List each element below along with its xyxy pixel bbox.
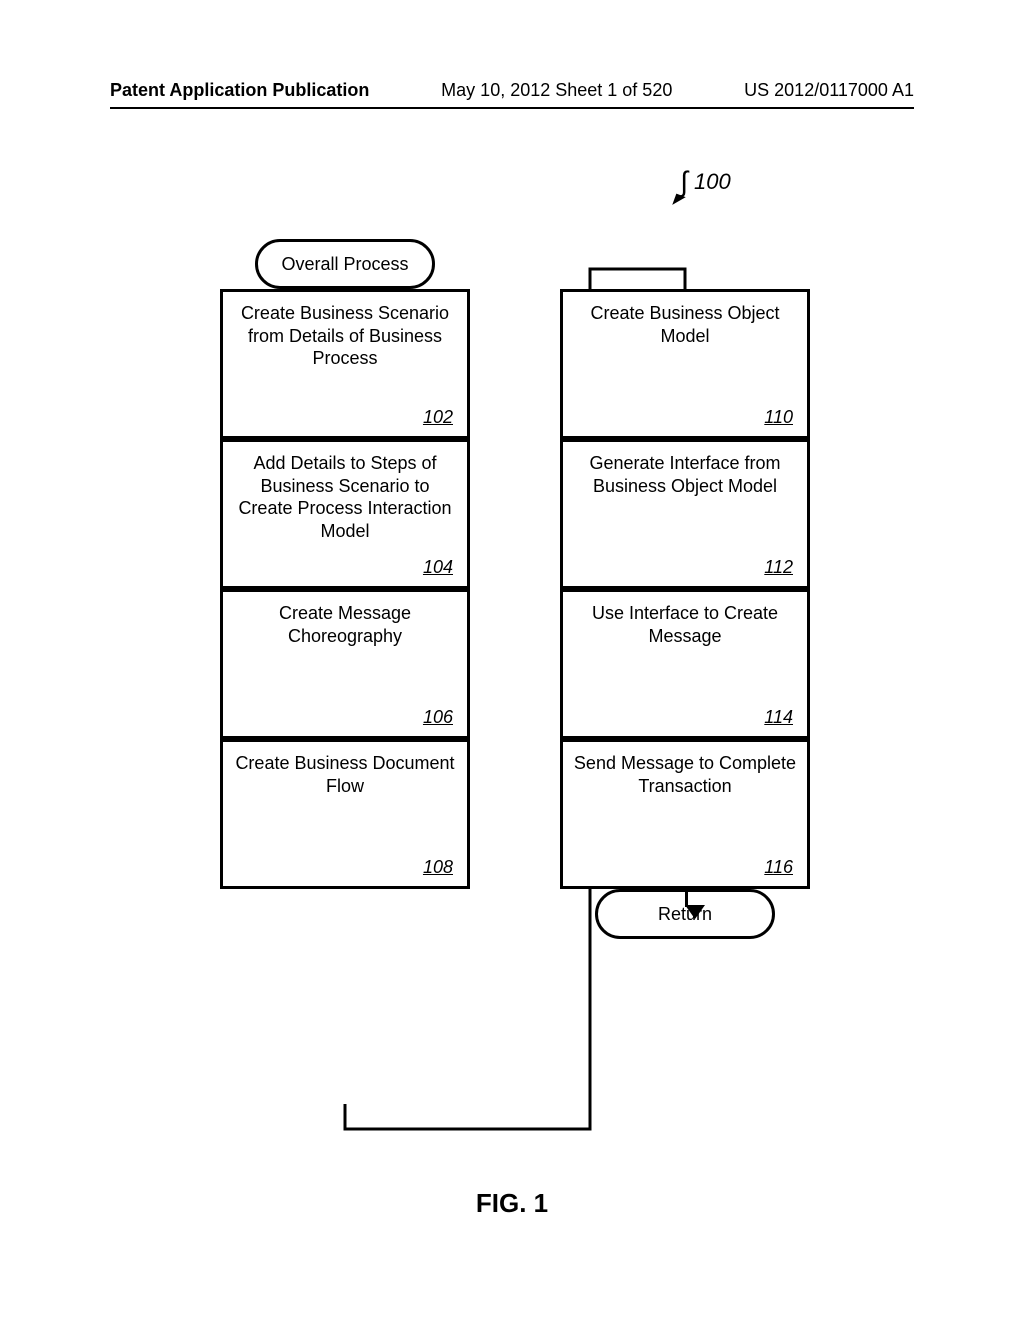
process-box-102: Create Business Scenario from Details of… [220,289,470,439]
figure-label: FIG. 1 [476,1188,548,1219]
header-center: May 10, 2012 Sheet 1 of 520 [441,80,672,101]
process-ref: 112 [764,557,793,578]
process-box-108: Create Business Document Flow 108 [220,739,470,889]
figure-reference-number: 100 [694,169,731,195]
patent-page: Patent Application Publication May 10, 2… [0,0,1024,1320]
process-ref: 102 [423,407,453,428]
page-header: Patent Application Publication May 10, 2… [110,80,914,109]
ref-arrowhead-icon [672,194,686,209]
process-box-104: Add Details to Steps of Business Scenari… [220,439,470,589]
header-right: US 2012/0117000 A1 [744,80,914,101]
process-label: Use Interface to Create Message [563,602,807,647]
process-ref: 104 [423,557,453,578]
figure-canvas: ∫ 100 Overall Process Create Business Sc… [110,169,914,1189]
process-ref: 114 [764,707,793,728]
process-box-106: Create Message Choreography 106 [220,589,470,739]
process-label: Add Details to Steps of Business Scenari… [223,452,467,542]
process-box-110: Create Business Object Model 110 [560,289,810,439]
header-left: Patent Application Publication [110,80,369,101]
process-ref: 110 [764,407,793,428]
process-ref: 108 [423,857,453,878]
process-label: Create Message Choreography [223,602,467,647]
ref-hook-icon: ∫ [670,174,688,191]
flow-column-right: Create Business Object Model 110 Generat… [560,239,810,939]
process-ref: 106 [423,707,453,728]
process-label: Generate Interface from Business Object … [563,452,807,497]
process-label: Create Business Scenario from Details of… [223,302,467,370]
process-label: Create Business Object Model [563,302,807,347]
flow-column-left: Overall Process Create Business Scenario… [220,239,470,889]
process-box-116: Send Message to Complete Transaction 116 [560,739,810,889]
process-ref: 116 [764,857,793,878]
process-label: Send Message to Complete Transaction [563,752,807,797]
process-box-112: Generate Interface from Business Object … [560,439,810,589]
process-label: Create Business Document Flow [223,752,467,797]
terminator-start: Overall Process [255,239,435,289]
process-box-114: Use Interface to Create Message 114 [560,589,810,739]
terminator-start-label: Overall Process [281,254,408,275]
figure-reference-100: ∫ 100 [670,169,731,195]
